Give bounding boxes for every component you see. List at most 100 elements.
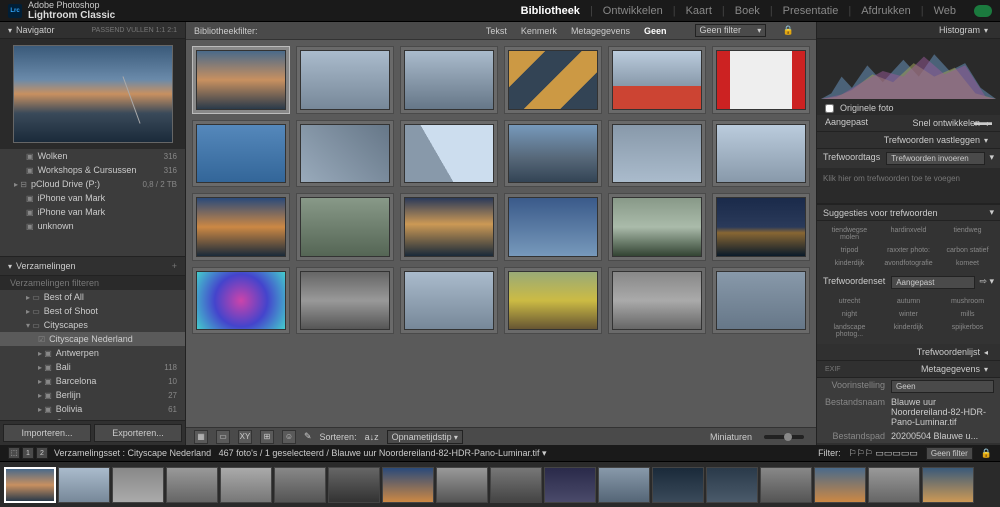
- loupe-view-icon[interactable]: ▭: [216, 430, 230, 444]
- compare-view-icon[interactable]: XY: [238, 430, 252, 444]
- filmstrip-thumb[interactable]: [598, 467, 650, 503]
- collection-item[interactable]: ☑Cityscape Nederland: [0, 332, 185, 346]
- filmstrip-thumb[interactable]: [220, 467, 272, 503]
- people-view-icon[interactable]: ☺: [282, 430, 296, 444]
- filmstrip-thumb[interactable]: [4, 467, 56, 503]
- grid-cell[interactable]: [608, 120, 706, 188]
- filmstrip-thumb[interactable]: [166, 467, 218, 503]
- grid-cell[interactable]: [192, 193, 290, 261]
- folder-item[interactable]: ▣Wolken316: [0, 149, 185, 163]
- keyword-tag[interactable]: utrecht: [821, 296, 878, 307]
- module-tab-web[interactable]: Web: [924, 1, 966, 21]
- folder-item[interactable]: ▣iPhone van Mark: [0, 205, 185, 219]
- export-button[interactable]: Exporteren...: [94, 424, 182, 442]
- filmstrip[interactable]: [0, 461, 1000, 507]
- filmstrip-thumb[interactable]: [382, 467, 434, 503]
- keyword-set-select[interactable]: Aangepast: [891, 276, 975, 289]
- keyword-tag[interactable]: kinderdijk: [821, 258, 878, 269]
- keyword-tag[interactable]: tiendweg: [939, 225, 996, 243]
- filter-tab[interactable]: Tekst: [486, 26, 507, 36]
- histogram-display[interactable]: Originele foto Aangepast▬▬: [817, 39, 1000, 115]
- sort-direction-icon[interactable]: a↓z: [365, 432, 379, 442]
- grid-cell[interactable]: [192, 267, 290, 335]
- filmstrip-thumb[interactable]: [490, 467, 542, 503]
- keyword-tag[interactable]: avondfotografie: [880, 258, 937, 269]
- keyword-tag[interactable]: autumn: [880, 296, 937, 307]
- grid-cell[interactable]: [712, 46, 810, 114]
- keyword-tag[interactable]: tripod: [821, 245, 878, 256]
- filmstrip-thumb[interactable]: [274, 467, 326, 503]
- grid-cell[interactable]: [712, 120, 810, 188]
- collection-item[interactable]: ▸ ▣Berlijn27: [0, 388, 185, 402]
- collections-filter[interactable]: Verzamelingen filteren: [0, 276, 185, 290]
- filmstrip-thumb[interactable]: [328, 467, 380, 503]
- module-tab-afdrukken[interactable]: Afdrukken: [851, 1, 921, 21]
- breadcrumb[interactable]: Verzamelingsset : Cityscape Nederland 46…: [54, 448, 547, 459]
- keyword-tag[interactable]: winter: [880, 309, 937, 320]
- painter-icon[interactable]: ✎: [304, 431, 312, 442]
- metadata-header[interactable]: EXIFMetagegevens▾: [817, 361, 1000, 378]
- filter-preset[interactable]: Geen filter ▾: [695, 24, 767, 37]
- grid-cell[interactable]: [400, 120, 498, 188]
- grid-cell[interactable]: [504, 267, 602, 335]
- module-tab-kaart[interactable]: Kaart: [676, 1, 722, 21]
- collection-item[interactable]: ▸ ▣Bali118: [0, 360, 185, 374]
- keyword-list-header[interactable]: Trefwoordenlijst◂: [817, 344, 1000, 361]
- keyword-tag[interactable]: spijkerbos: [939, 322, 996, 340]
- histogram-header[interactable]: Histogram▾: [817, 22, 1000, 39]
- keyword-tag[interactable]: tiendwegse molen: [821, 225, 878, 243]
- filmstrip-thumb[interactable]: [58, 467, 110, 503]
- filter-tab[interactable]: Kenmerk: [521, 26, 557, 36]
- survey-view-icon[interactable]: ⊞: [260, 430, 274, 444]
- filmstrip-thumb[interactable]: [706, 467, 758, 503]
- grid-cell[interactable]: [296, 193, 394, 261]
- filmstrip-thumb[interactable]: [922, 467, 974, 503]
- cloud-sync-icon[interactable]: [974, 5, 992, 17]
- module-tab-ontwikkelen[interactable]: Ontwikkelen: [593, 1, 673, 21]
- disclosure-icon[interactable]: ▾: [8, 262, 12, 271]
- module-tab-boek[interactable]: Boek: [725, 1, 770, 21]
- collection-item[interactable]: ▸ ▭Best of All: [0, 290, 185, 304]
- secondary-display[interactable]: ⬚12: [8, 447, 48, 459]
- collections-header[interactable]: ▾ Verzamelingen +: [0, 256, 185, 276]
- filmstrip-thumb[interactable]: [652, 467, 704, 503]
- grid-cell[interactable]: [608, 193, 706, 261]
- filmstrip-thumb[interactable]: [112, 467, 164, 503]
- folder-item[interactable]: ▸ ⊟pCloud Drive (P:)0,8 / 2 TB: [0, 177, 185, 191]
- keyword-entry[interactable]: Klik hier om trefwoorden toe te voegen: [817, 168, 1000, 204]
- collection-item[interactable]: ▸ ▣Bolivia61: [0, 402, 185, 416]
- grid-cell[interactable]: [192, 46, 290, 114]
- thumbnail-size-slider[interactable]: [764, 435, 804, 439]
- keyword-tag[interactable]: mills: [939, 309, 996, 320]
- collection-item[interactable]: ▾ ▭Cityscapes: [0, 318, 185, 332]
- filmstrip-thumb[interactable]: [544, 467, 596, 503]
- grid-cell[interactable]: [504, 46, 602, 114]
- keyword-tag[interactable]: komeet: [939, 258, 996, 269]
- keyword-tag[interactable]: landscape photog...: [821, 322, 878, 340]
- keyword-tag[interactable]: raxxter photo:: [880, 245, 937, 256]
- filter-tab[interactable]: Metagegevens: [571, 26, 630, 36]
- grid-cell[interactable]: [400, 267, 498, 335]
- grid-cell[interactable]: [504, 120, 602, 188]
- module-tab-bibliotheek[interactable]: Bibliotheek: [511, 1, 590, 21]
- import-button[interactable]: Importeren...: [3, 424, 91, 442]
- filmstrip-thumb[interactable]: [436, 467, 488, 503]
- keyword-tag[interactable]: night: [821, 309, 878, 320]
- filter-tab[interactable]: Geen: [644, 26, 667, 36]
- filmstrip-thumb[interactable]: [814, 467, 866, 503]
- collection-item[interactable]: ▸ ▣Antwerpen: [0, 346, 185, 360]
- folder-item[interactable]: ▣unknown: [0, 219, 185, 233]
- grid-cell[interactable]: [712, 193, 810, 261]
- navigator-preview[interactable]: [0, 39, 185, 149]
- keyword-tag[interactable]: kinderdijk: [880, 322, 937, 340]
- keywording-header[interactable]: Trefwoorden vastleggen▾: [817, 132, 1000, 149]
- module-tab-presentatie[interactable]: Presentatie: [773, 1, 849, 21]
- grid-cell[interactable]: [608, 46, 706, 114]
- keyword-input-mode[interactable]: Trefwoorden invoeren: [886, 152, 985, 165]
- grid-cell[interactable]: [296, 267, 394, 335]
- grid-cell[interactable]: [296, 120, 394, 188]
- grid-view-icon[interactable]: ▦: [194, 430, 208, 444]
- keyword-tag[interactable]: mushroom: [939, 296, 996, 307]
- metadata-preset[interactable]: Geen: [891, 380, 994, 393]
- grid-cell[interactable]: [608, 267, 706, 335]
